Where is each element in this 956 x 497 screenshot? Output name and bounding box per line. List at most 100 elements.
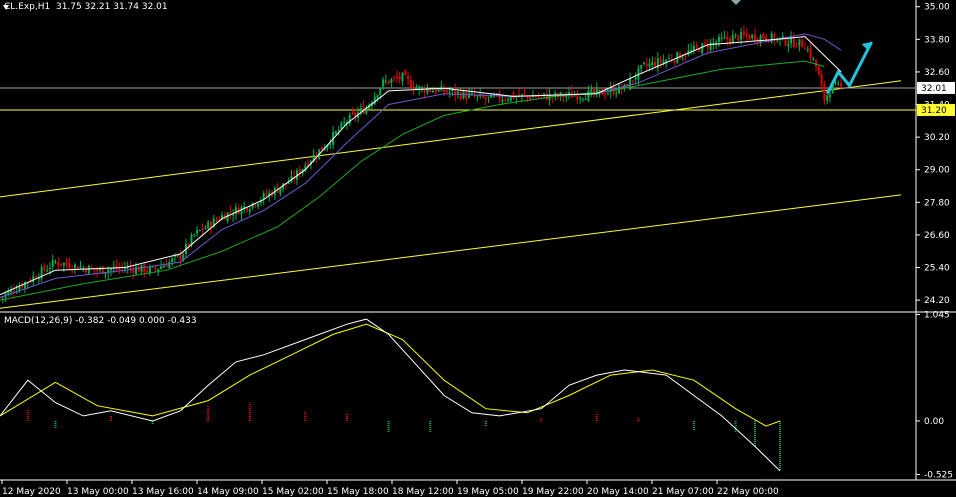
candle-body (801, 40, 804, 48)
candle-body (537, 96, 540, 98)
candle-body (798, 39, 801, 46)
chart-shift-marker-icon[interactable] (731, 0, 741, 5)
time-tick-label: 21 May 07:00 (652, 487, 714, 497)
candle-body (565, 95, 568, 97)
candle-body (504, 99, 507, 101)
price-tick-label: 32.60 (924, 68, 950, 78)
candle-body (631, 80, 634, 82)
candle-body (395, 76, 398, 79)
candle-body (684, 55, 687, 57)
price-marker-label: 32.01 (921, 84, 947, 94)
candle-body (176, 255, 179, 257)
price-tick-label: 27.80 (924, 198, 950, 208)
candle-body (740, 31, 743, 40)
time-tick-label: 15 May 02:00 (262, 487, 324, 497)
candle-body (68, 263, 71, 269)
candle-body (579, 97, 582, 99)
candle-body (648, 63, 651, 67)
time-tick-label: 15 May 18:00 (327, 487, 389, 497)
candle-body (62, 262, 65, 266)
trendline[interactable] (0, 194, 902, 309)
candle-body (587, 90, 590, 101)
candle-body (745, 33, 748, 37)
candle-body (568, 92, 571, 95)
fast-moving-average-line (0, 36, 842, 296)
candle-body (534, 96, 537, 98)
candle-body (701, 43, 704, 54)
candle-body (329, 143, 332, 145)
trendline[interactable] (0, 80, 902, 198)
time-tick-label: 18 May 12:00 (392, 487, 454, 497)
candle-body (709, 42, 712, 51)
candle-body (629, 78, 632, 90)
candle-body (531, 96, 534, 98)
time-tick-label: 19 May 05:00 (457, 487, 519, 497)
candle-body (123, 268, 126, 270)
candle-body (254, 204, 257, 206)
candle-body (634, 77, 637, 80)
candle-body (334, 131, 337, 135)
candle-body (162, 265, 165, 268)
candle-body (390, 79, 393, 84)
candle-body (470, 92, 473, 94)
candle-body (726, 36, 729, 40)
candle-body (79, 266, 82, 269)
candle-body (432, 90, 435, 93)
candle-body (723, 37, 726, 39)
candle-body (767, 41, 770, 43)
candle-body (803, 48, 806, 50)
candle-body (48, 268, 51, 270)
candle-body (143, 264, 146, 273)
price-tick-label: 35.00 (924, 3, 950, 13)
time-tick-label: 20 May 14:00 (587, 487, 649, 497)
candle-body (343, 122, 346, 124)
candle-body (806, 49, 809, 51)
price-tick-label: 26.60 (924, 231, 950, 241)
candle-body (523, 93, 526, 95)
candle-body (584, 99, 587, 101)
candle-body (465, 92, 468, 99)
candle-body (409, 80, 412, 88)
candle-body (762, 34, 765, 39)
candle-body (828, 94, 831, 98)
candle-body (795, 45, 798, 48)
candle-body (359, 107, 362, 112)
candle-body (792, 37, 795, 48)
candle-body (193, 234, 196, 236)
price-tick-label: 29.00 (924, 166, 950, 176)
candle-body (398, 76, 401, 80)
candle-body (742, 31, 745, 36)
candle-body (73, 264, 76, 269)
candle-body (337, 130, 340, 132)
candle-body (695, 44, 698, 48)
candle-body (46, 270, 49, 272)
time-tick-label: 13 May 00:00 (67, 487, 129, 497)
price-tick-label: 25.40 (924, 264, 950, 274)
macd-main-line (0, 318, 781, 472)
time-tick-label: 14 May 09:00 (197, 487, 259, 497)
price-marker-label: 31.20 (921, 106, 947, 116)
price-tick-label: 33.80 (924, 35, 950, 45)
candle-body (207, 221, 210, 229)
candle-body (232, 214, 235, 216)
candle-body (615, 93, 618, 95)
chart-canvas[interactable]: 35.0033.8032.6031.4030.2029.0027.8026.60… (0, 0, 956, 497)
candle-body (731, 35, 734, 44)
candle-body (720, 37, 723, 40)
candle-body (257, 203, 260, 207)
candle-body (179, 254, 182, 261)
candle-body (734, 33, 737, 35)
candle-body (837, 83, 840, 85)
candle-body (51, 259, 54, 267)
candle-body (787, 44, 790, 47)
candle-body (809, 47, 812, 59)
candle-body (468, 93, 471, 98)
candle-body (704, 42, 707, 44)
candle-body (248, 209, 251, 212)
candle-body (459, 92, 462, 99)
candle-body (820, 74, 823, 86)
candle-body (457, 91, 459, 94)
candle-body (229, 211, 232, 214)
candle-body (748, 35, 751, 40)
candle-body (401, 72, 404, 82)
